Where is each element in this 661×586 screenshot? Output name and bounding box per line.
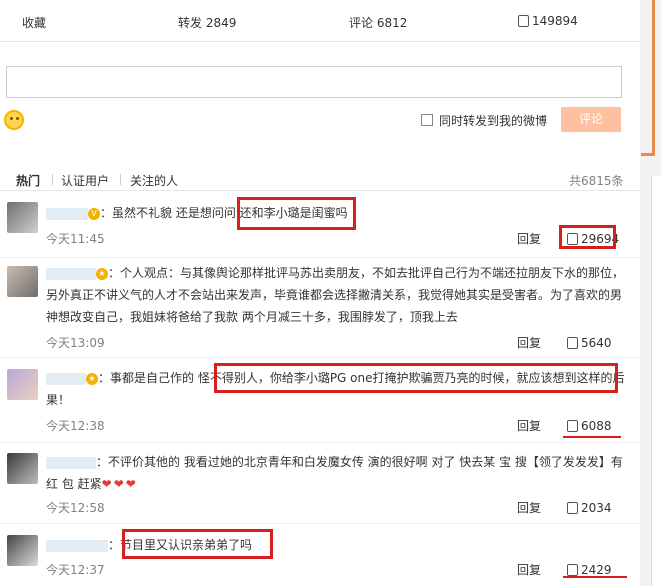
side-panel <box>651 176 661 586</box>
total-count: 共6815条 <box>569 174 624 188</box>
username[interactable] <box>46 456 96 469</box>
reply-button[interactable]: 回复 <box>517 230 541 247</box>
avatar[interactable] <box>7 202 38 233</box>
comment-time: 今天12:37 <box>46 563 105 577</box>
repost-link[interactable]: 转发 2849 <box>178 14 236 31</box>
comment-submit-button[interactable]: 评论 <box>561 107 621 132</box>
vip-badge-icon: ★ <box>96 267 108 280</box>
thumbs-up-icon <box>518 15 529 27</box>
like-count: 5640 <box>581 336 612 350</box>
vip-badge-icon: V <box>88 207 100 220</box>
highlight-box <box>214 363 618 393</box>
comment-text: ：个人观点：与其像舆论那样批评马苏出卖朋友，不如去批评自己行为不端还拉朋友下水的… <box>46 266 625 324</box>
divider <box>120 174 121 185</box>
username[interactable] <box>46 267 96 280</box>
thumbs-up-icon <box>567 502 578 514</box>
comment-like-button[interactable]: 2429 <box>567 563 612 577</box>
thumbs-up-icon <box>567 564 578 576</box>
like-link[interactable]: 149894 <box>518 14 578 28</box>
like-count: 2034 <box>581 501 612 515</box>
reply-button[interactable]: 回复 <box>517 499 541 516</box>
tab-following[interactable]: 关注的人 <box>130 172 178 189</box>
tab-hot[interactable]: 热门 <box>16 172 40 189</box>
heart-icon: ❤❤❤ <box>101 477 138 491</box>
forward-checkbox[interactable] <box>421 114 433 126</box>
avatar[interactable] <box>7 369 38 400</box>
divider <box>0 523 641 524</box>
like-count: 149894 <box>532 14 578 28</box>
highlight-box <box>122 529 273 559</box>
thumbs-up-icon <box>567 420 578 432</box>
stats-bar: 收藏 转发 2849 评论 6812 149894 <box>0 0 641 42</box>
comment-like-button[interactable]: 5640 <box>567 336 612 350</box>
comment-time: 今天12:58 <box>46 501 105 515</box>
avatar[interactable] <box>7 453 38 484</box>
tab-verified-users[interactable]: 认证用户 <box>61 172 109 189</box>
divider <box>52 174 53 185</box>
thumbs-up-icon <box>567 337 578 349</box>
divider <box>0 190 641 191</box>
comment-textarea[interactable] <box>6 66 622 98</box>
username[interactable] <box>46 539 108 552</box>
forward-label: 同时转发到我的微博 <box>439 114 548 128</box>
vip-badge-icon: ★ <box>86 372 98 385</box>
side-card-frame <box>641 0 655 156</box>
username[interactable] <box>46 207 88 220</box>
comment-time: 今天11:45 <box>46 232 105 246</box>
avatar[interactable] <box>7 535 38 566</box>
comment-time: 今天12:38 <box>46 419 105 433</box>
divider <box>0 357 641 358</box>
comment-like-button[interactable]: 6088 <box>567 419 612 433</box>
highlight-box <box>559 225 616 249</box>
comment-like-button[interactable]: 2034 <box>567 501 612 515</box>
avatar[interactable] <box>7 266 38 297</box>
like-count: 6088 <box>581 419 612 433</box>
highlight-underline <box>563 436 621 438</box>
highlight-underline <box>563 576 627 578</box>
highlight-box <box>237 197 356 230</box>
divider <box>0 257 641 258</box>
reply-button[interactable]: 回复 <box>517 417 541 434</box>
username[interactable] <box>46 372 86 385</box>
like-count: 2429 <box>581 563 612 577</box>
divider <box>0 442 641 443</box>
comment-time: 今天13:09 <box>46 336 105 350</box>
emoji-icon[interactable] <box>4 110 24 130</box>
reply-button[interactable]: 回复 <box>517 561 541 578</box>
favorite-link[interactable]: 收藏 <box>22 14 46 31</box>
comment-link[interactable]: 评论 6812 <box>349 14 407 31</box>
reply-button[interactable]: 回复 <box>517 334 541 351</box>
